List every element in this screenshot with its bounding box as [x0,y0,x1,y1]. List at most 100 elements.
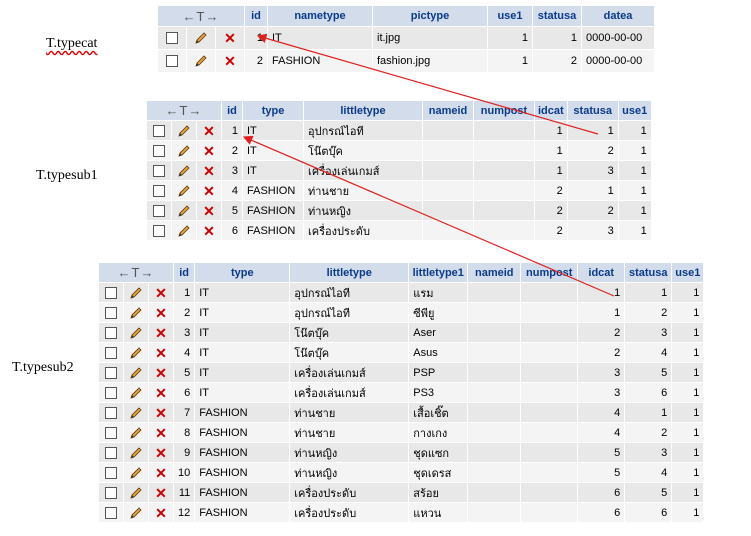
edit-pencil-icon[interactable] [129,386,143,399]
row-checkbox[interactable] [105,286,117,299]
column-header-id[interactable]: id [222,101,242,120]
table-row: ✕ 11 FASHION เครื่องประดับ สร้อย 6 5 1 [99,483,704,502]
delete-icon[interactable]: ✕ [224,31,236,45]
typesub2-header-row: ←T→ id type littletype littletype1 nameid nump… [99,263,704,282]
row-checkbox[interactable] [105,306,117,319]
delete-cell: ✕ [149,303,173,322]
edit-pencil-icon[interactable] [194,55,208,67]
column-header-statusa[interactable]: statusa [533,6,581,26]
row-checkbox[interactable] [105,426,117,439]
delete-icon[interactable]: ✕ [155,406,167,420]
delete-icon[interactable]: ✕ [203,204,215,218]
delete-icon[interactable]: ✕ [203,124,215,138]
sort-arrows-icon[interactable]: ←T→ [158,6,244,26]
column-header-use1[interactable]: use1 [618,101,651,120]
delete-icon[interactable]: ✕ [203,184,215,198]
column-header-nameid[interactable]: nameid [468,263,521,282]
row-checkbox[interactable] [105,466,117,479]
delete-icon[interactable]: ✕ [203,224,215,238]
edit-pencil-icon[interactable] [129,406,143,419]
column-header-numpost[interactable]: numpost [521,263,578,282]
column-header-datea[interactable]: datea [582,6,654,26]
cell-id: 7 [174,403,195,422]
edit-pencil-icon[interactable] [129,306,143,319]
column-header-statusa[interactable]: statusa [567,101,618,120]
delete-icon[interactable]: ✕ [155,306,167,320]
edit-pencil-icon[interactable] [177,204,191,217]
row-checkbox[interactable] [105,506,117,519]
edit-pencil-icon[interactable] [129,346,143,359]
delete-icon[interactable]: ✕ [155,466,167,480]
delete-icon[interactable]: ✕ [155,486,167,500]
cell-idcat: 1 [578,303,625,322]
edit-pencil-icon[interactable] [194,32,208,44]
row-checkbox[interactable] [153,124,165,137]
column-header-use1[interactable]: use1 [488,6,532,26]
row-checkbox[interactable] [105,446,117,459]
row-checkbox[interactable] [105,386,117,399]
table-row: ✕ 8 FASHION ท่านชาย กางเกง 4 2 1 [99,423,704,442]
cell-id: 5 [222,201,242,220]
edit-pencil-icon[interactable] [129,326,143,339]
table-row: ✕ 3 IT โน๊ตบุ๊ค Aser 2 3 1 [99,323,704,342]
row-checkbox[interactable] [153,184,165,197]
column-header-type[interactable]: type [243,101,303,120]
row-checkbox[interactable] [105,366,117,379]
edit-pencil-icon[interactable] [129,506,143,519]
edit-pencil-icon[interactable] [177,184,191,197]
edit-pencil-icon[interactable] [177,124,191,137]
column-header-nametype[interactable]: nametype [268,6,372,26]
column-header-id[interactable]: id [174,263,195,282]
delete-icon[interactable]: ✕ [203,164,215,178]
cell-type: IT [243,141,303,160]
row-checkbox[interactable] [105,486,117,499]
edit-pencil-icon[interactable] [177,224,191,237]
edit-pencil-icon[interactable] [129,486,143,499]
edit-pencil-icon[interactable] [129,446,143,459]
edit-cell [124,463,148,482]
cell-idcat: 3 [578,363,625,382]
delete-icon[interactable]: ✕ [155,386,167,400]
delete-icon[interactable]: ✕ [155,326,167,340]
column-header-statusa[interactable]: statusa [625,263,672,282]
delete-icon[interactable]: ✕ [155,286,167,300]
column-header-nameid[interactable]: nameid [423,101,473,120]
edit-pencil-icon[interactable] [129,426,143,439]
column-header-use1[interactable]: use1 [672,263,704,282]
column-header-littletype[interactable]: littletype [290,263,409,282]
row-checkbox[interactable] [105,346,117,359]
edit-pencil-icon[interactable] [129,286,143,299]
row-checkbox[interactable] [166,32,178,45]
row-checkbox[interactable] [153,224,165,237]
delete-icon[interactable]: ✕ [155,446,167,460]
delete-icon[interactable]: ✕ [155,366,167,380]
row-checkbox[interactable] [153,164,165,177]
row-select-cell [147,181,171,200]
delete-icon[interactable]: ✕ [203,144,215,158]
sort-arrows-icon[interactable]: ←T→ [147,101,221,120]
edit-pencil-icon[interactable] [129,366,143,379]
delete-icon[interactable]: ✕ [224,54,236,68]
row-checkbox[interactable] [105,326,117,339]
edit-pencil-icon[interactable] [129,466,143,479]
sort-arrows-icon[interactable]: ←T→ [99,263,173,282]
column-header-idcat[interactable]: idcat [578,263,625,282]
row-checkbox[interactable] [166,55,178,68]
edit-pencil-icon[interactable] [177,164,191,177]
cell-littletype1: เสื้อเชิ๊ต [409,403,468,422]
edit-pencil-icon[interactable] [177,144,191,157]
delete-icon[interactable]: ✕ [155,506,167,520]
column-header-type[interactable]: type [195,263,290,282]
delete-icon[interactable]: ✕ [155,426,167,440]
delete-icon[interactable]: ✕ [155,346,167,360]
column-header-numpost[interactable]: numpost [474,101,534,120]
row-checkbox[interactable] [105,406,117,419]
row-checkbox[interactable] [153,204,165,217]
column-header-littletype1[interactable]: littletype1 [409,263,468,282]
column-header-idcat[interactable]: idcat [535,101,567,120]
row-checkbox[interactable] [153,144,165,157]
cell-statusa: 1 [567,181,618,200]
column-header-id[interactable]: id [245,6,267,26]
column-header-littletype[interactable]: littletype [304,101,422,120]
column-header-pictype[interactable]: pictype [373,6,487,26]
